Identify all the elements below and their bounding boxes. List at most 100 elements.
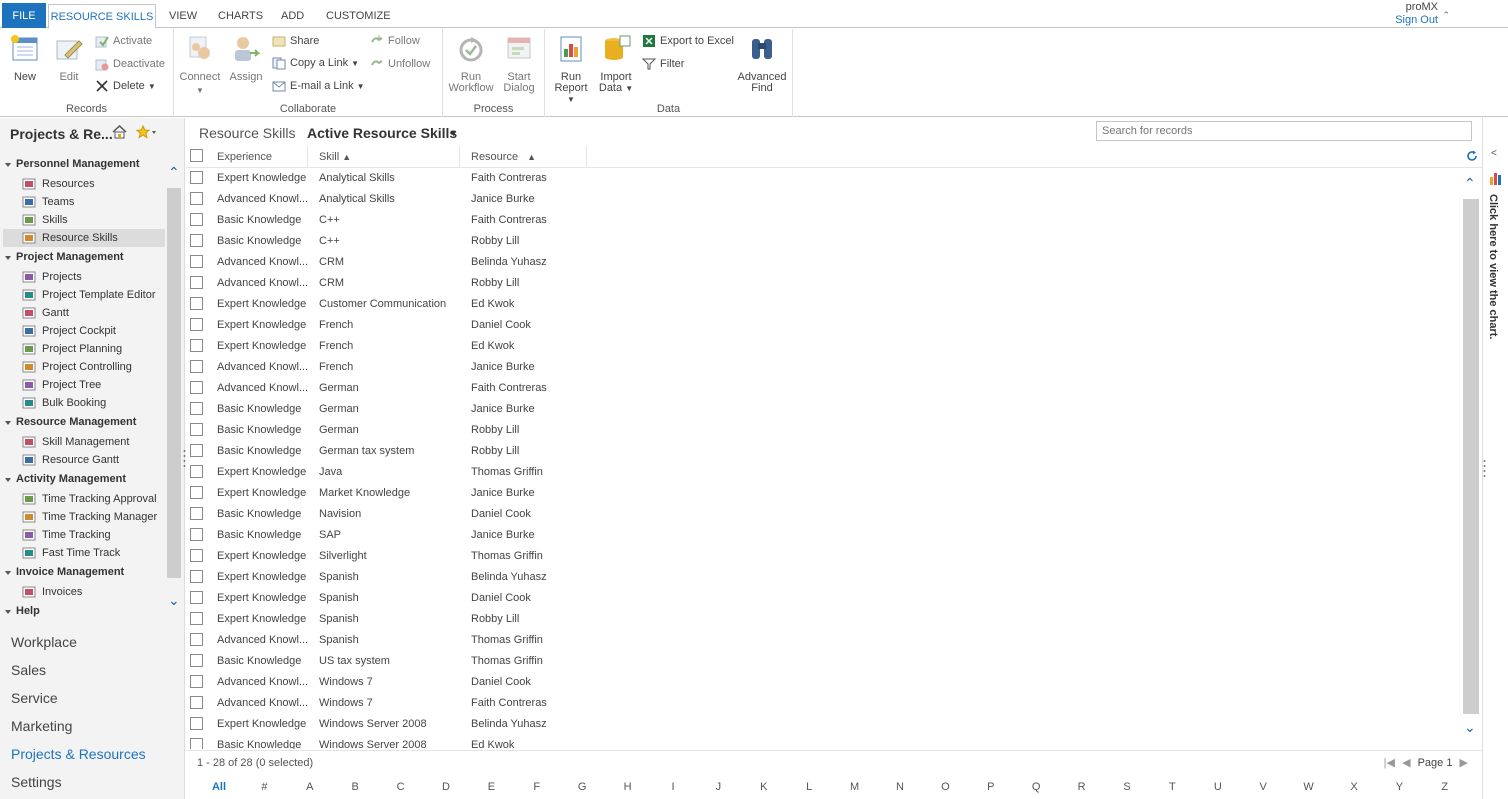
table-row[interactable]: Advanced Knowl... Windows 7 Faith Contrera… bbox=[186, 693, 1462, 714]
unfollow-button[interactable]: Unfollow bbox=[370, 55, 430, 73]
cell-resource[interactable]: Robby Lill bbox=[471, 441, 519, 462]
pane-splitter-handle[interactable] bbox=[1483, 458, 1486, 478]
nav-item-time-tracking-approval[interactable]: Time Tracking Approval bbox=[0, 490, 165, 508]
deactivate-button[interactable]: Deactivate bbox=[95, 55, 165, 73]
collapse-ribbon-icon[interactable]: ⌃ bbox=[1442, 10, 1450, 21]
nav-item-time-tracking[interactable]: Time Tracking bbox=[0, 526, 165, 544]
alphabet-filter-x[interactable]: X bbox=[1344, 781, 1364, 793]
copy-link-button[interactable]: Copy a Link ▼ bbox=[272, 54, 359, 72]
cell-skill[interactable]: German bbox=[319, 420, 359, 441]
view-selector-dropdown-icon[interactable]: ▼ bbox=[449, 128, 458, 138]
alphabet-filter-c[interactable]: C bbox=[391, 781, 411, 793]
area-marketing[interactable]: Marketing bbox=[0, 712, 185, 740]
cell-resource[interactable]: Janice Burke bbox=[471, 357, 535, 378]
cell-skill[interactable]: Spanish bbox=[319, 630, 359, 651]
next-page-icon[interactable]: ▶ bbox=[1460, 757, 1468, 769]
cell-skill[interactable]: French bbox=[319, 315, 353, 336]
alphabet-filter-g[interactable]: G bbox=[572, 781, 592, 793]
table-row[interactable]: Basic Knowledge US tax system Thomas Griff… bbox=[186, 651, 1462, 672]
column-header-resource[interactable]: Resource ▲ bbox=[465, 146, 587, 168]
nav-item-resources[interactable]: Resources bbox=[0, 175, 165, 193]
cell-resource[interactable]: Thomas Griffin bbox=[471, 651, 543, 672]
run-report-button[interactable]: Run Report ▼ bbox=[551, 33, 591, 105]
view-chart-label[interactable]: Click here to view the chart. bbox=[1487, 194, 1499, 340]
table-row[interactable]: Advanced Knowl... CRM Robby Lill bbox=[186, 273, 1462, 294]
alphabet-filter-v[interactable]: V bbox=[1253, 781, 1273, 793]
alphabet-filter-r[interactable]: R bbox=[1072, 781, 1092, 793]
row-checkbox[interactable] bbox=[190, 318, 203, 331]
row-checkbox[interactable] bbox=[190, 381, 203, 394]
edit-button[interactable]: Edit bbox=[50, 33, 88, 83]
row-checkbox[interactable] bbox=[190, 612, 203, 625]
nav-item-skill-management[interactable]: Skill Management bbox=[0, 433, 165, 451]
previous-page-icon[interactable]: ◀ bbox=[1402, 757, 1410, 769]
table-row[interactable]: Expert Knowledge Java Thomas Griffin bbox=[186, 462, 1462, 483]
cell-skill[interactable]: Spanish bbox=[319, 588, 359, 609]
delete-button[interactable]: Delete ▼ bbox=[95, 77, 156, 95]
cell-resource[interactable]: Janice Burke bbox=[471, 483, 535, 504]
run-workflow-button[interactable]: Run Workflow bbox=[447, 33, 495, 94]
row-checkbox[interactable] bbox=[190, 423, 203, 436]
cell-skill[interactable]: US tax system bbox=[319, 651, 390, 672]
table-row[interactable]: Expert Knowledge Spanish Belinda Yuhasz bbox=[186, 567, 1462, 588]
nav-scrollbar[interactable]: ⌃ ⌄ bbox=[165, 160, 183, 615]
alphabet-filter-q[interactable]: Q bbox=[1026, 781, 1046, 793]
cell-skill[interactable]: Analytical Skills bbox=[319, 189, 395, 210]
cell-resource[interactable]: Belinda Yuhasz bbox=[471, 252, 547, 273]
import-data-button[interactable]: Import Data ▼ bbox=[595, 33, 637, 94]
cell-skill[interactable]: German bbox=[319, 378, 359, 399]
chevron-up-icon[interactable]: ⌃ bbox=[168, 164, 180, 181]
cell-resource[interactable]: Robby Lill bbox=[471, 609, 519, 630]
row-checkbox[interactable] bbox=[190, 486, 203, 499]
alphabet-filter-o[interactable]: O bbox=[935, 781, 955, 793]
follow-button[interactable]: Follow bbox=[370, 32, 420, 50]
cell-resource[interactable]: Robby Lill bbox=[471, 231, 519, 252]
alphabet-filter-number[interactable]: # bbox=[254, 781, 274, 793]
table-row[interactable]: Expert Knowledge Customer Communication Ed… bbox=[186, 294, 1462, 315]
cell-resource[interactable]: Ed Kwok bbox=[471, 336, 514, 357]
cell-resource[interactable]: Faith Contreras bbox=[471, 378, 547, 399]
alphabet-filter-e[interactable]: E bbox=[481, 781, 501, 793]
nav-area-title[interactable]: Projects & Re... bbox=[10, 126, 113, 142]
row-checkbox[interactable] bbox=[190, 738, 203, 749]
cell-skill[interactable]: Windows Server 2008 bbox=[319, 714, 427, 735]
table-row[interactable]: Expert Knowledge Spanish Daniel Cook bbox=[186, 588, 1462, 609]
row-checkbox[interactable] bbox=[190, 339, 203, 352]
expand-chart-pane-icon[interactable]: < bbox=[1491, 148, 1497, 159]
column-header-skill[interactable]: Skill ▲ bbox=[313, 146, 460, 168]
row-checkbox[interactable] bbox=[190, 654, 203, 667]
table-row[interactable]: Expert Knowledge French Daniel Cook bbox=[186, 315, 1462, 336]
share-button[interactable]: Share bbox=[272, 32, 319, 50]
table-row[interactable]: Basic Knowledge German Janice Burke bbox=[186, 399, 1462, 420]
cell-skill[interactable]: CRM bbox=[319, 273, 344, 294]
nav-item-teams[interactable]: Teams bbox=[0, 193, 165, 211]
alphabet-filter-n[interactable]: N bbox=[890, 781, 910, 793]
assign-button[interactable]: Assign bbox=[226, 33, 266, 83]
refresh-icon[interactable] bbox=[1466, 150, 1478, 162]
nav-item-resource-gantt[interactable]: Resource Gantt bbox=[0, 451, 165, 469]
alphabet-filter-u[interactable]: U bbox=[1208, 781, 1228, 793]
area-service[interactable]: Service bbox=[0, 684, 185, 712]
alphabet-filter-all[interactable]: All bbox=[209, 781, 229, 793]
nav-item-bulk-booking[interactable]: Bulk Booking bbox=[0, 394, 165, 412]
select-all-checkbox[interactable] bbox=[190, 149, 203, 162]
cell-skill[interactable]: Customer Communication bbox=[319, 294, 446, 315]
alphabet-filter-z[interactable]: Z bbox=[1435, 781, 1455, 793]
sign-out-link[interactable]: Sign Out bbox=[1395, 14, 1438, 26]
table-row[interactable]: Advanced Knowl... Spanish Thomas Griffin bbox=[186, 630, 1462, 651]
cell-resource[interactable]: Daniel Cook bbox=[471, 588, 531, 609]
table-row[interactable]: Expert Knowledge Spanish Robby Lill bbox=[186, 609, 1462, 630]
cell-skill[interactable]: Spanish bbox=[319, 567, 359, 588]
table-row[interactable]: Advanced Knowl... CRM Belinda Yuhasz bbox=[186, 252, 1462, 273]
cell-resource[interactable]: Daniel Cook bbox=[471, 504, 531, 525]
row-checkbox[interactable] bbox=[190, 633, 203, 646]
nav-item-invoices[interactable]: Invoices bbox=[0, 583, 165, 601]
nav-item-skills[interactable]: Skills bbox=[0, 211, 165, 229]
chevron-up-icon[interactable]: ⌃ bbox=[1464, 175, 1476, 192]
table-row[interactable]: Basic Knowledge C++ Robby Lill bbox=[186, 231, 1462, 252]
row-checkbox[interactable] bbox=[190, 234, 203, 247]
tab-view[interactable]: VIEW bbox=[169, 4, 197, 28]
row-checkbox[interactable] bbox=[190, 402, 203, 415]
cell-resource[interactable]: Ed Kwok bbox=[471, 735, 514, 749]
alphabet-filter-w[interactable]: W bbox=[1299, 781, 1319, 793]
